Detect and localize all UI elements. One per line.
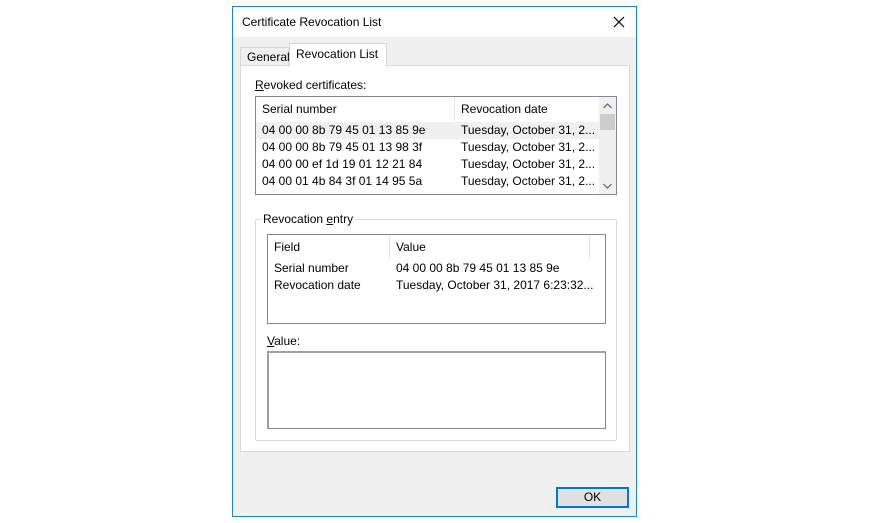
tab-general[interactable]: General <box>240 47 290 66</box>
revocation-list-panel: Revoked certificates: Serial number Revo… <box>240 65 630 452</box>
revocation-entry-list[interactable]: Field Value Serial number 04 00 00 8b 79… <box>267 234 606 324</box>
tab-revocation-list[interactable]: Revocation List <box>289 43 387 67</box>
chevron-down-icon <box>603 183 612 189</box>
field-cell: Revocation date <box>274 278 361 292</box>
certificate-revocation-list-dialog: Certificate Revocation List General Revo… <box>232 6 637 517</box>
revoked-certificates-list[interactable]: Serial number Revocation date 04 00 00 8… <box>255 96 617 195</box>
vertical-scrollbar[interactable] <box>599 97 616 194</box>
close-icon <box>613 16 625 28</box>
table-row[interactable]: 04 00 00 8b 79 45 01 13 98 3f Tuesday, O… <box>256 139 599 156</box>
title-bar[interactable]: Certificate Revocation List <box>233 7 636 37</box>
table-row[interactable]: 04 00 00 8b 79 45 01 13 85 9e Tuesday, O… <box>256 122 599 139</box>
serial-cell: 04 00 00 ef 1d 19 01 12 21 84 <box>262 157 423 171</box>
revoked-certificates-label: Revoked certificates: <box>255 78 367 92</box>
column-header-value[interactable]: Value <box>390 235 590 259</box>
value-cell: Tuesday, October 31, 2017 6:23:32... <box>396 278 594 292</box>
value-label: Value: <box>267 334 301 348</box>
serial-cell: 04 00 00 8b 79 45 01 13 85 9e <box>262 123 426 137</box>
field-cell: Serial number <box>274 261 349 275</box>
value-cell: 04 00 00 8b 79 45 01 13 85 9e <box>396 261 560 275</box>
close-button[interactable] <box>608 11 630 33</box>
column-header-revocation-date[interactable]: Revocation date <box>455 97 601 121</box>
date-cell: Tuesday, October 31, 2... <box>461 157 596 171</box>
serial-cell: 04 00 00 8b 79 45 01 13 98 3f <box>262 140 423 154</box>
scroll-thumb[interactable] <box>600 114 615 130</box>
ok-button[interactable]: OK <box>556 487 629 508</box>
date-cell: Tuesday, October 31, 2... <box>461 123 596 137</box>
date-cell: Tuesday, October 31, 2... <box>461 140 596 154</box>
list-item[interactable]: Serial number 04 00 00 8b 79 45 01 13 85… <box>268 260 603 277</box>
table-row[interactable]: 04 00 01 4b 84 3f 01 14 95 5a Tuesday, O… <box>256 173 599 190</box>
entry-list-header: Field Value <box>268 235 605 259</box>
table-row[interactable]: 04 00 00 ef 1d 19 01 12 21 84 Tuesday, O… <box>256 156 599 173</box>
chevron-up-icon <box>603 102 612 108</box>
column-header-serial-number[interactable]: Serial number <box>256 97 455 121</box>
column-header-field[interactable]: Field <box>268 235 390 259</box>
scroll-down-button[interactable] <box>599 177 616 194</box>
list-header: Serial number Revocation date <box>256 97 616 121</box>
serial-cell: 04 00 01 4b 84 3f 01 14 95 5a <box>262 174 423 188</box>
date-cell: Tuesday, October 31, 2... <box>461 174 596 188</box>
revocation-entry-title: Revocation entry <box>261 212 356 226</box>
value-textbox[interactable] <box>267 351 606 429</box>
window-title: Certificate Revocation List <box>242 15 382 29</box>
scroll-up-button[interactable] <box>599 97 616 114</box>
list-item[interactable]: Revocation date Tuesday, October 31, 201… <box>268 277 603 294</box>
